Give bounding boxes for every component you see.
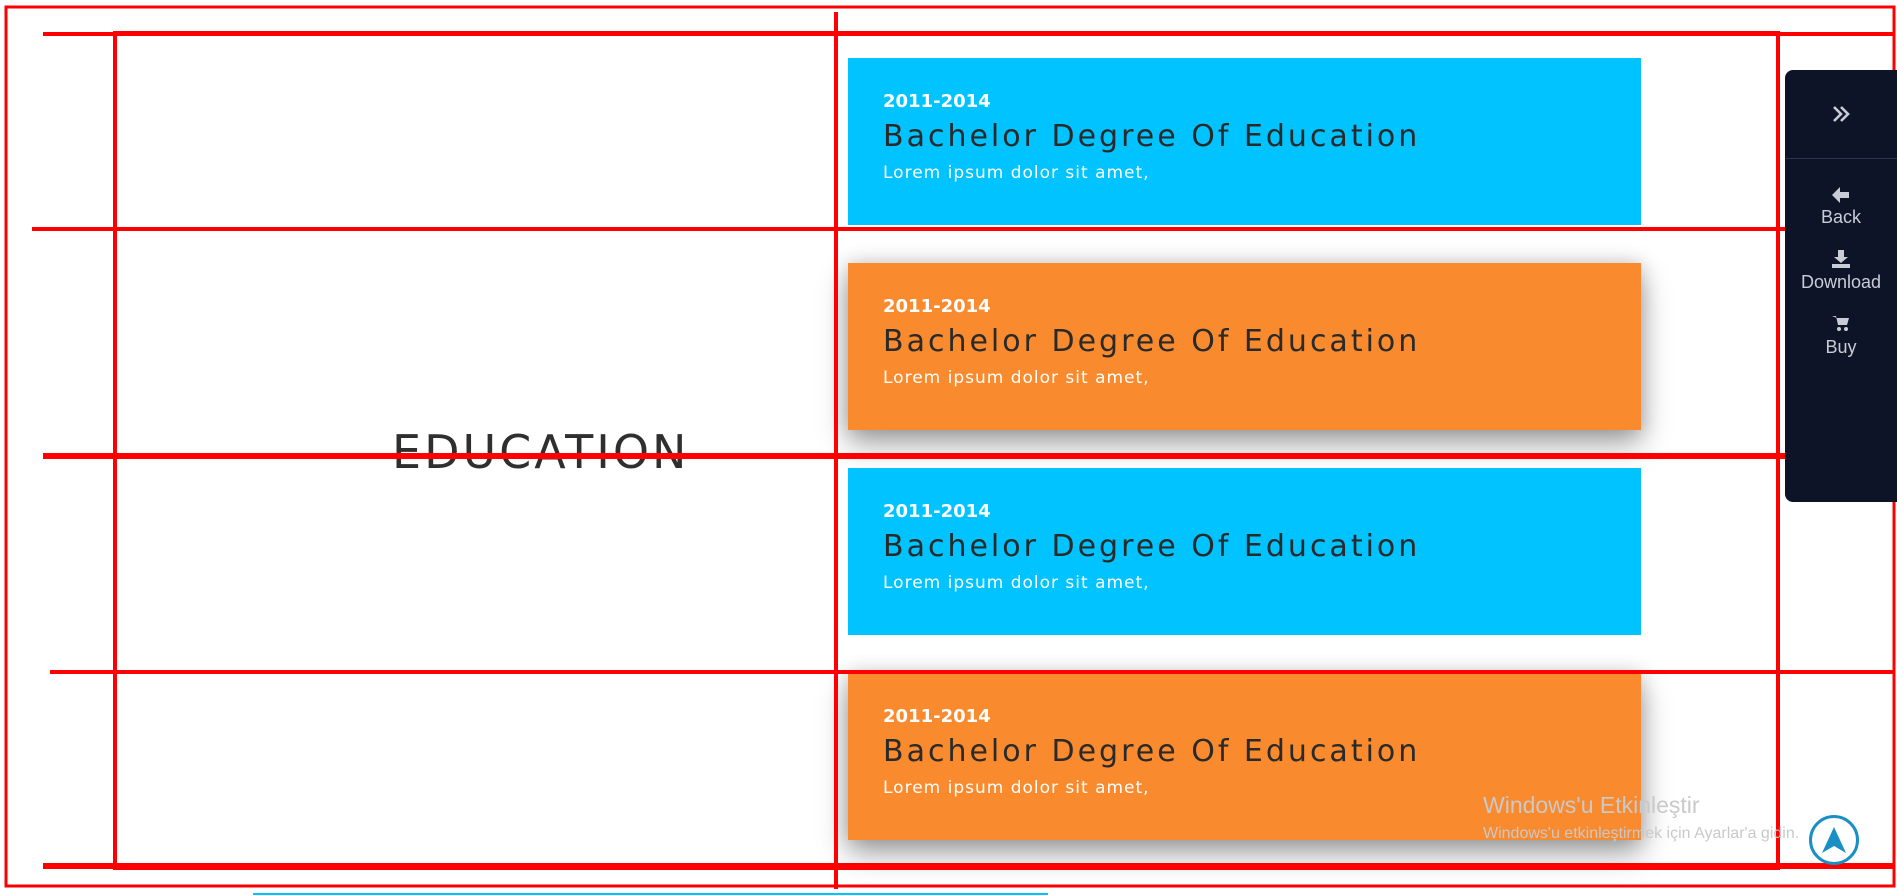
download-icon <box>1832 250 1850 268</box>
watermark-subtitle: Windows'u etkinleştirmek için Ayarlar'a … <box>1483 825 1800 842</box>
section-title: EDUCATION <box>392 425 690 479</box>
download-button[interactable]: Download <box>1785 250 1897 293</box>
education-card: 2011-2014 Bachelor Degree Of Education L… <box>848 468 1641 635</box>
card-years: 2011-2014 <box>883 296 991 317</box>
side-panel-toggle[interactable] <box>1785 70 1897 159</box>
back-button[interactable]: Back <box>1785 187 1897 228</box>
back-label: Back <box>1820 207 1862 227</box>
cart-icon <box>1832 316 1849 331</box>
card-years: 2011-2014 <box>883 91 991 112</box>
card-description: Lorem ipsum dolor sit amet, <box>883 573 1150 593</box>
navigation-arrow-icon <box>1822 827 1846 853</box>
download-label: Download <box>1800 272 1882 292</box>
card-title: Bachelor Degree Of Education <box>883 324 1421 359</box>
watermark-title: Windows'u Etkinleştir <box>1483 792 1700 818</box>
education-card: 2011-2014 Bachelor Degree Of Education L… <box>848 263 1641 430</box>
card-title: Bachelor Degree Of Education <box>883 529 1421 564</box>
scroll-to-top-button[interactable] <box>1809 815 1859 865</box>
side-panel: Back Download Buy <box>1785 70 1897 502</box>
card-description: Lorem ipsum dolor sit amet, <box>883 368 1150 388</box>
buy-button[interactable]: Buy <box>1785 315 1897 358</box>
card-title: Bachelor Degree Of Education <box>883 119 1421 154</box>
buy-label: Buy <box>1825 337 1857 357</box>
card-years: 2011-2014 <box>883 706 991 727</box>
windows-activation-watermark: Windows'u Etkinleştir Windows'u etkinleş… <box>1483 792 1799 843</box>
education-card: 2011-2014 Bachelor Degree Of Education L… <box>848 58 1641 225</box>
double-chevron-right-icon <box>1833 106 1850 122</box>
arrow-left-icon <box>1832 187 1849 203</box>
card-title: Bachelor Degree Of Education <box>883 734 1421 769</box>
card-description: Lorem ipsum dolor sit amet, <box>883 163 1150 183</box>
card-years: 2011-2014 <box>883 501 991 522</box>
